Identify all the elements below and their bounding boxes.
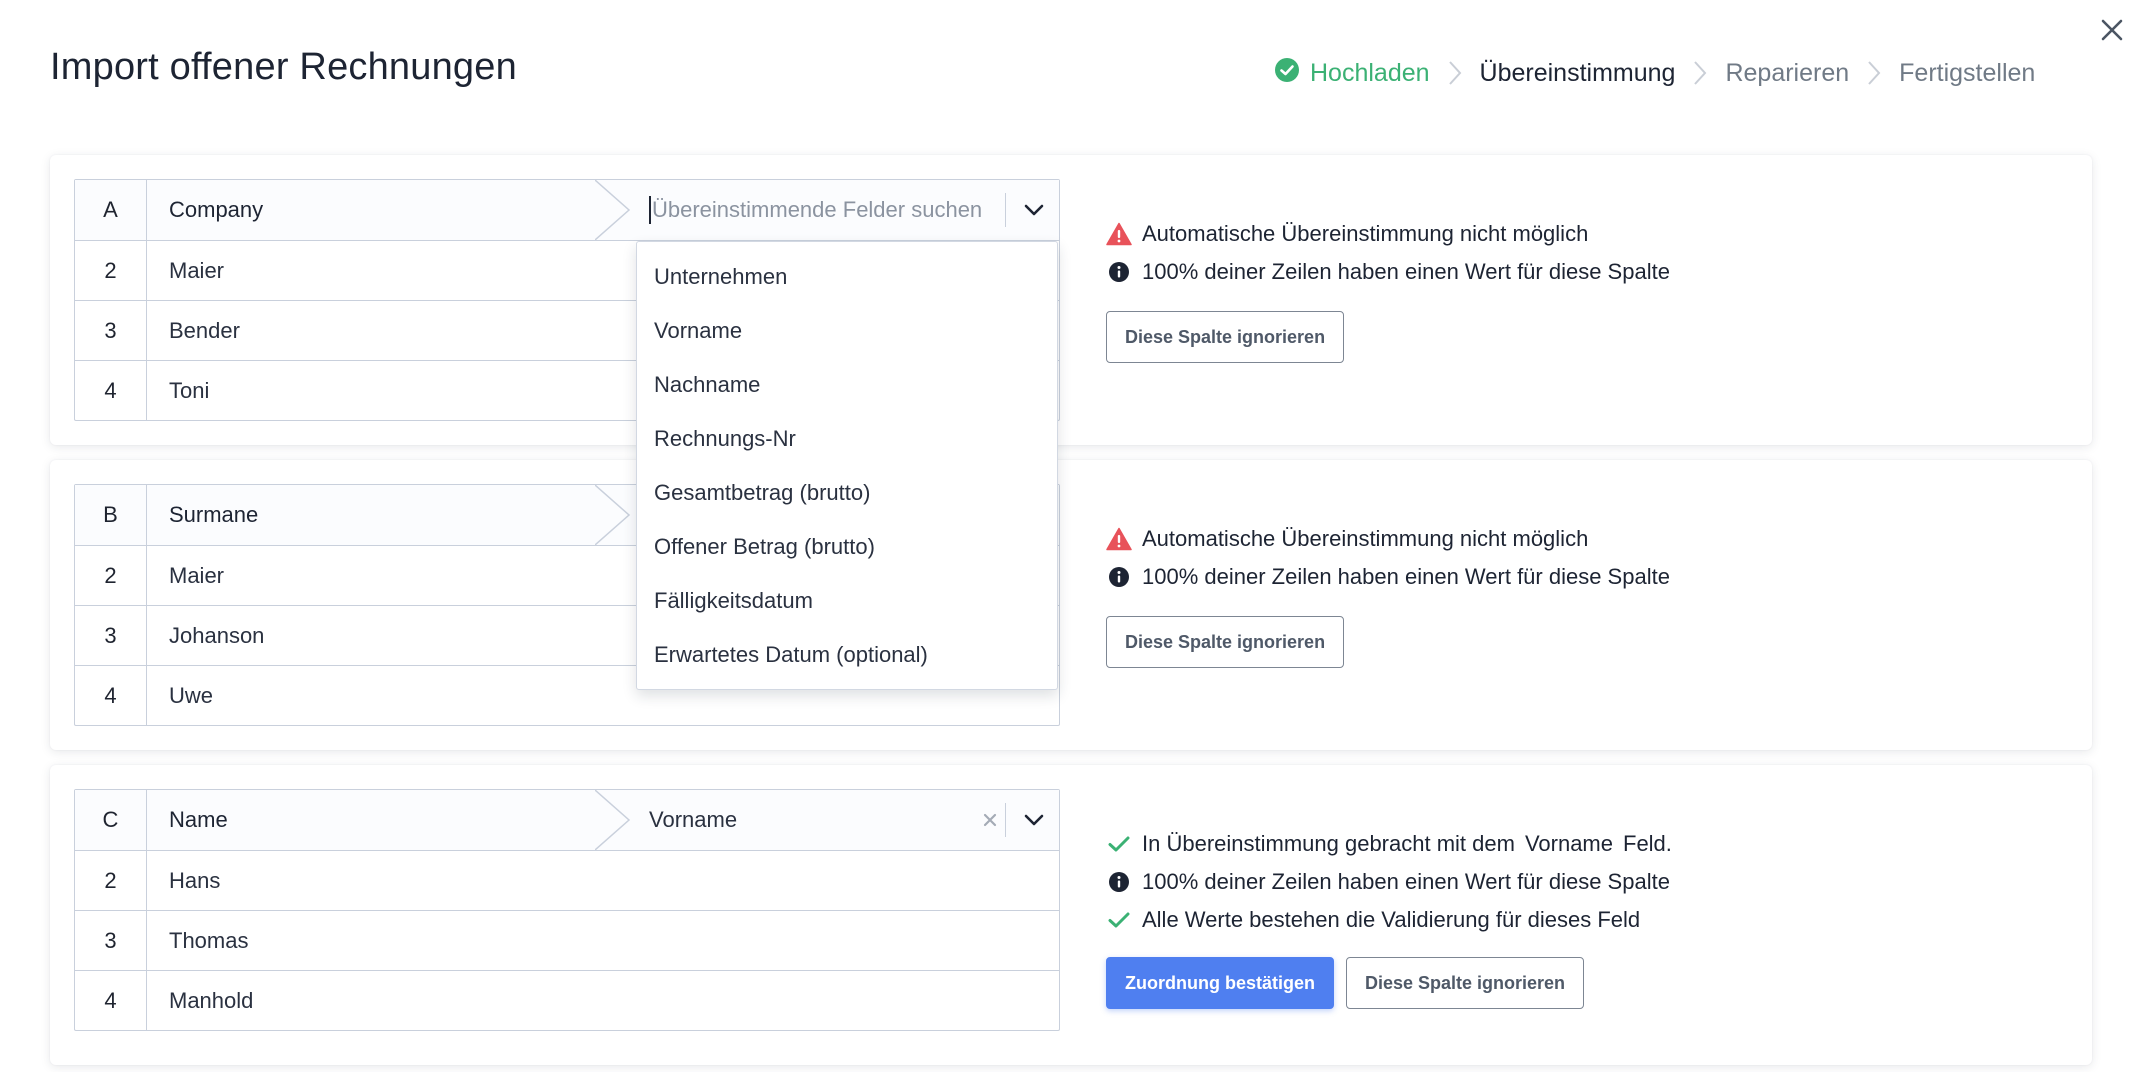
- fill-info-line: 100% deiner Zeilen haben einen Wert für …: [1106, 253, 1670, 291]
- page-title: Import offener Rechnungen: [50, 46, 517, 88]
- row-number: 2: [75, 851, 147, 910]
- step-upload: Hochladen: [1274, 57, 1430, 90]
- step-label: Reparieren: [1725, 58, 1850, 87]
- dropdown-option[interactable]: Erwartetes Datum (optional): [637, 628, 1057, 682]
- fill-info-line: 100% deiner Zeilen haben einen Wert für …: [1106, 558, 1670, 596]
- status-text: Automatische Übereinstimmung nicht mögli…: [1142, 526, 1589, 551]
- field-search-input[interactable]: Übereinstimmende Felder suchen: [635, 180, 1005, 240]
- chevron-right-icon: [1849, 56, 1899, 90]
- action-row: Diese Spalte ignorieren: [1106, 616, 1670, 668]
- column-card-a: A Company 2 Maier 3 Bender 4 Toni Überei…: [50, 155, 2092, 445]
- check-icon: [1106, 831, 1132, 857]
- check-circle-icon: [1274, 57, 1300, 90]
- info-icon: [1106, 259, 1132, 285]
- dropdown-option[interactable]: Rechnungs-Nr: [637, 412, 1057, 466]
- confirm-mapping-button[interactable]: Zuordnung bestätigen: [1106, 957, 1334, 1009]
- ignore-column-button[interactable]: Diese Spalte ignorieren: [1345, 957, 1585, 1009]
- column-card-c: C Name 2 Hans 3 Thomas 4 Manhold Vorname: [50, 765, 2092, 1065]
- arrow-separator-icon: [594, 789, 635, 851]
- chevron-down-icon[interactable]: [1006, 180, 1061, 240]
- row-number: 3: [75, 606, 147, 665]
- match-status-panel: Automatische Übereinstimmung nicht mögli…: [1106, 520, 1670, 668]
- table-row: 2 Hans: [75, 850, 1059, 910]
- validation-info-line: Alle Werte bestehen die Validierung für …: [1106, 901, 1672, 939]
- fill-info-text: 100% deiner Zeilen haben einen Wert für …: [1142, 564, 1670, 589]
- row-number: 3: [75, 911, 147, 970]
- warning-icon: [1106, 221, 1132, 247]
- column-letter: A: [75, 180, 147, 240]
- row-number: 2: [75, 546, 147, 605]
- status-line: Automatische Übereinstimmung nicht mögli…: [1106, 520, 1670, 558]
- status-text: In Übereinstimmung gebracht mit dem Vorna…: [1142, 831, 1672, 857]
- validation-info-text: Alle Werte bestehen die Validierung für …: [1142, 907, 1641, 932]
- close-icon[interactable]: [2096, 14, 2128, 46]
- warning-icon: [1106, 526, 1132, 552]
- chevron-right-icon: [1430, 56, 1480, 90]
- status-suffix: Feld.: [1623, 831, 1672, 856]
- fill-info-text: 100% deiner Zeilen haben einen Wert für …: [1142, 869, 1670, 894]
- step-repair: Reparieren: [1725, 59, 1849, 88]
- row-number: 4: [75, 971, 147, 1030]
- table-row: 4 Manhold: [75, 970, 1059, 1030]
- action-row: Diese Spalte ignorieren: [1106, 311, 1670, 363]
- cell-value: Thomas: [169, 927, 249, 953]
- column-letter: C: [75, 790, 147, 850]
- column-letter: B: [75, 485, 147, 545]
- dropdown-option[interactable]: Vorname: [637, 304, 1057, 358]
- field-search-placeholder: Übereinstimmende Felder suchen: [652, 197, 983, 222]
- field-match-select[interactable]: Übereinstimmende Felder suchen: [635, 180, 1061, 240]
- dropdown-option[interactable]: Gesamtbetrag (brutto): [637, 466, 1057, 520]
- info-icon: [1106, 564, 1132, 590]
- action-row: Zuordnung bestätigen Diese Spalte ignori…: [1106, 957, 1672, 1009]
- step-label: Übereinstimmung: [1479, 58, 1676, 87]
- status-prefix: In Übereinstimmung gebracht mit dem: [1142, 831, 1515, 856]
- row-number: 4: [75, 361, 147, 420]
- dropdown-option[interactable]: Nachname: [637, 358, 1057, 412]
- selected-field-value[interactable]: Vorname: [635, 790, 975, 850]
- fill-info-text: 100% deiner Zeilen haben einen Wert für …: [1142, 259, 1670, 284]
- step-finish: Fertigstellen: [1899, 59, 2035, 88]
- dropdown-option[interactable]: Unternehmen: [637, 250, 1057, 304]
- column-preview-table: C Name 2 Hans 3 Thomas 4 Manhold Vorname: [74, 789, 1060, 1031]
- table-row: 3 Thomas: [75, 910, 1059, 970]
- status-text: Automatische Übereinstimmung nicht mögli…: [1142, 221, 1589, 246]
- fill-info-line: 100% deiner Zeilen haben einen Wert für …: [1106, 863, 1672, 901]
- ignore-column-button[interactable]: Diese Spalte ignorieren: [1106, 616, 1345, 668]
- row-number: 4: [75, 666, 147, 725]
- row-number: 3: [75, 301, 147, 360]
- ignore-column-button[interactable]: Diese Spalte ignorieren: [1106, 311, 1345, 363]
- progress-stepper: Hochladen Übereinstimmung Reparieren Fer…: [1274, 56, 2035, 90]
- mapped-field-name: Vorname: [1524, 831, 1613, 856]
- row-number: 2: [75, 241, 147, 300]
- clear-icon[interactable]: [975, 790, 1005, 850]
- arrow-separator-icon: [594, 179, 635, 241]
- field-match-select[interactable]: Vorname: [635, 790, 1061, 850]
- match-status-panel: Automatische Übereinstimmung nicht mögli…: [1106, 215, 1670, 363]
- check-icon: [1106, 907, 1132, 933]
- dropdown-option[interactable]: Fälligkeitsdatum: [637, 574, 1057, 628]
- field-options-dropdown: Unternehmen Vorname Nachname Rechnungs-N…: [636, 241, 1058, 690]
- info-icon: [1106, 869, 1132, 895]
- step-matching: Übereinstimmung: [1480, 59, 1676, 88]
- match-status-panel: In Übereinstimmung gebracht mit dem Vorna…: [1106, 825, 1672, 1009]
- chevron-down-icon[interactable]: [1006, 790, 1061, 850]
- chevron-right-icon: [1675, 56, 1725, 90]
- arrow-separator-icon: [594, 484, 635, 546]
- step-label: Fertigstellen: [1899, 58, 2036, 87]
- cell-value: Manhold: [169, 987, 254, 1013]
- step-label: Hochladen: [1310, 58, 1430, 87]
- status-line: Automatische Übereinstimmung nicht mögli…: [1106, 215, 1670, 253]
- column-card-b: B Surmane 2 Maier 3 Johanson 4 Uwe Autom…: [50, 460, 2092, 750]
- cell-value: Hans: [169, 867, 221, 893]
- text-cursor: [649, 196, 651, 224]
- status-line: In Übereinstimmung gebracht mit dem Vorna…: [1106, 825, 1672, 863]
- dropdown-option[interactable]: Offener Betrag (brutto): [637, 520, 1057, 574]
